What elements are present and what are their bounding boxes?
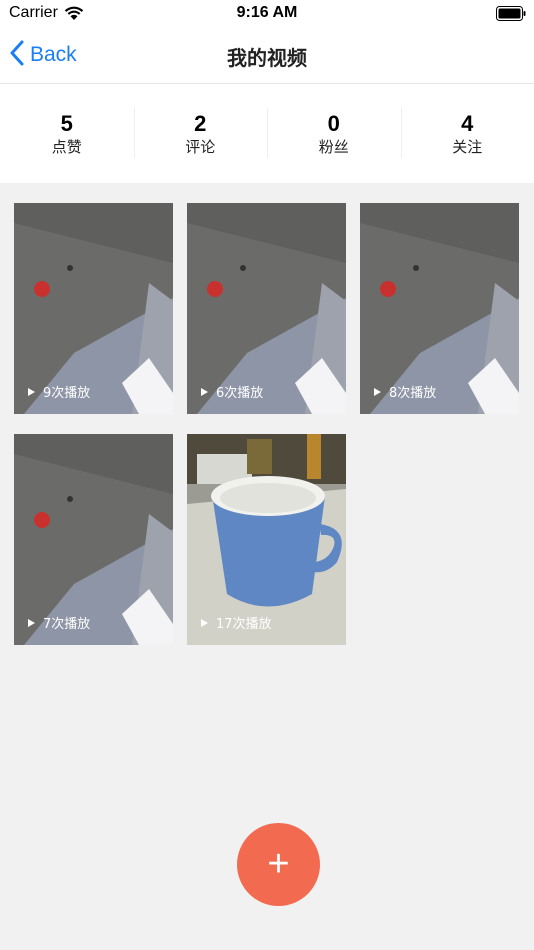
- stat-count: 4: [461, 110, 474, 136]
- stat-label: 粉丝: [318, 137, 349, 156]
- play-count-label: 8次播放: [389, 386, 437, 401]
- battery-icon: [496, 6, 526, 25]
- play-count: 7次播放: [28, 613, 90, 632]
- status-bar: Carrier 9:16 AM: [0, 0, 534, 28]
- play-count: 8次播放: [374, 382, 436, 401]
- stat-label: 评论: [185, 137, 216, 156]
- play-count: 9次播放: [28, 382, 90, 401]
- page-title: 我的视频: [227, 46, 307, 70]
- play-icon: [201, 618, 208, 627]
- play-icon: [374, 387, 381, 396]
- stat-label: 关注: [452, 137, 483, 156]
- stat-count: 2: [194, 110, 207, 136]
- plus-icon: +: [267, 843, 290, 885]
- video-tile[interactable]: 7次播放: [14, 434, 173, 645]
- add-video-button[interactable]: +: [237, 823, 320, 906]
- play-count: 6次播放: [201, 382, 263, 401]
- stat-likes[interactable]: 5 点赞: [0, 84, 134, 183]
- play-count-label: 6次播放: [216, 386, 264, 401]
- play-icon: [28, 618, 35, 627]
- stats-bar: 5 点赞 2 评论 0 粉丝 4 关注: [0, 84, 534, 183]
- video-tile[interactable]: 17次播放: [187, 434, 346, 645]
- video-tile[interactable]: 9次播放: [14, 203, 173, 414]
- play-count: 17次播放: [201, 613, 272, 632]
- play-icon: [28, 387, 35, 396]
- video-tile[interactable]: 6次播放: [187, 203, 346, 414]
- play-count-label: 7次播放: [43, 617, 91, 632]
- play-count-label: 17次播放: [216, 617, 272, 632]
- stat-label: 点赞: [51, 137, 82, 156]
- play-count-label: 9次播放: [43, 386, 91, 401]
- stat-fans[interactable]: 0 粉丝: [267, 84, 401, 183]
- stat-following[interactable]: 4 关注: [400, 84, 534, 183]
- video-tile[interactable]: 8次播放: [360, 203, 519, 414]
- stat-count: 0: [327, 110, 340, 136]
- stat-count: 5: [60, 110, 73, 136]
- stat-comments[interactable]: 2 评论: [133, 84, 268, 183]
- navigation-bar: Back 我的视频: [0, 28, 534, 84]
- play-icon: [201, 387, 208, 396]
- status-time: 9:16 AM: [236, 4, 298, 21]
